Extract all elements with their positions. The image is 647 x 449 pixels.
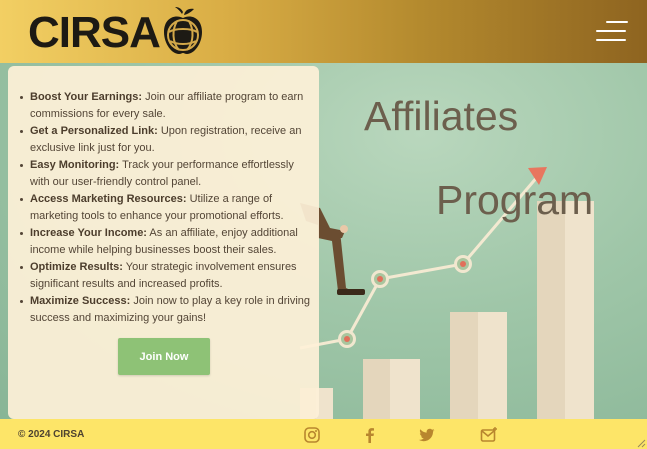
benefit-title: Get a Personalized Link: (30, 125, 158, 137)
facebook-icon[interactable] (361, 426, 379, 444)
benefits-card: Boost Your Earnings: Join our affiliate … (8, 66, 319, 419)
twitter-icon[interactable] (418, 426, 436, 444)
email-icon[interactable] (480, 426, 498, 444)
benefit-title: Easy Monitoring: (30, 159, 120, 171)
logo-text: CIRSA (28, 8, 161, 57)
list-item: Boost Your Earnings: Join our affiliate … (20, 89, 313, 123)
list-item: Access Marketing Resources: Utilize a ra… (20, 191, 313, 225)
list-item: Optimize Results: Your strategic involve… (20, 259, 313, 293)
benefit-title: Boost Your Earnings: (30, 91, 143, 103)
benefit-title: Optimize Results: (30, 261, 123, 273)
benefit-title: Maximize Success: (30, 295, 131, 307)
benefit-title: Increase Your Income: (30, 227, 147, 239)
benefits-list: Boost Your Earnings: Join our affiliate … (8, 66, 319, 327)
list-item: Increase Your Income: As an affiliate, e… (20, 225, 313, 259)
hamburger-menu-icon[interactable] (596, 20, 628, 42)
list-item: Easy Monitoring: Track your performance … (20, 157, 313, 191)
copyright-text: © 2024 CIRSA (18, 429, 85, 440)
site-header: CIRSA (0, 0, 647, 63)
join-now-button[interactable]: Join Now (118, 338, 210, 375)
site-footer: © 2024 CIRSA (0, 419, 647, 449)
list-item: Maximize Success: Join now to play a key… (20, 293, 313, 327)
resize-handle-icon[interactable] (636, 438, 646, 448)
instagram-icon[interactable] (303, 426, 321, 444)
hero-title-line1: Affiliates (364, 93, 519, 139)
benefit-title: Access Marketing Resources: (30, 193, 187, 205)
list-item: Get a Personalized Link: Upon registrati… (20, 123, 313, 157)
cirsa-logo[interactable]: CIRSA (28, 7, 205, 58)
apple-globe-icon (163, 7, 202, 54)
hero-title-line2: Program (436, 177, 594, 223)
